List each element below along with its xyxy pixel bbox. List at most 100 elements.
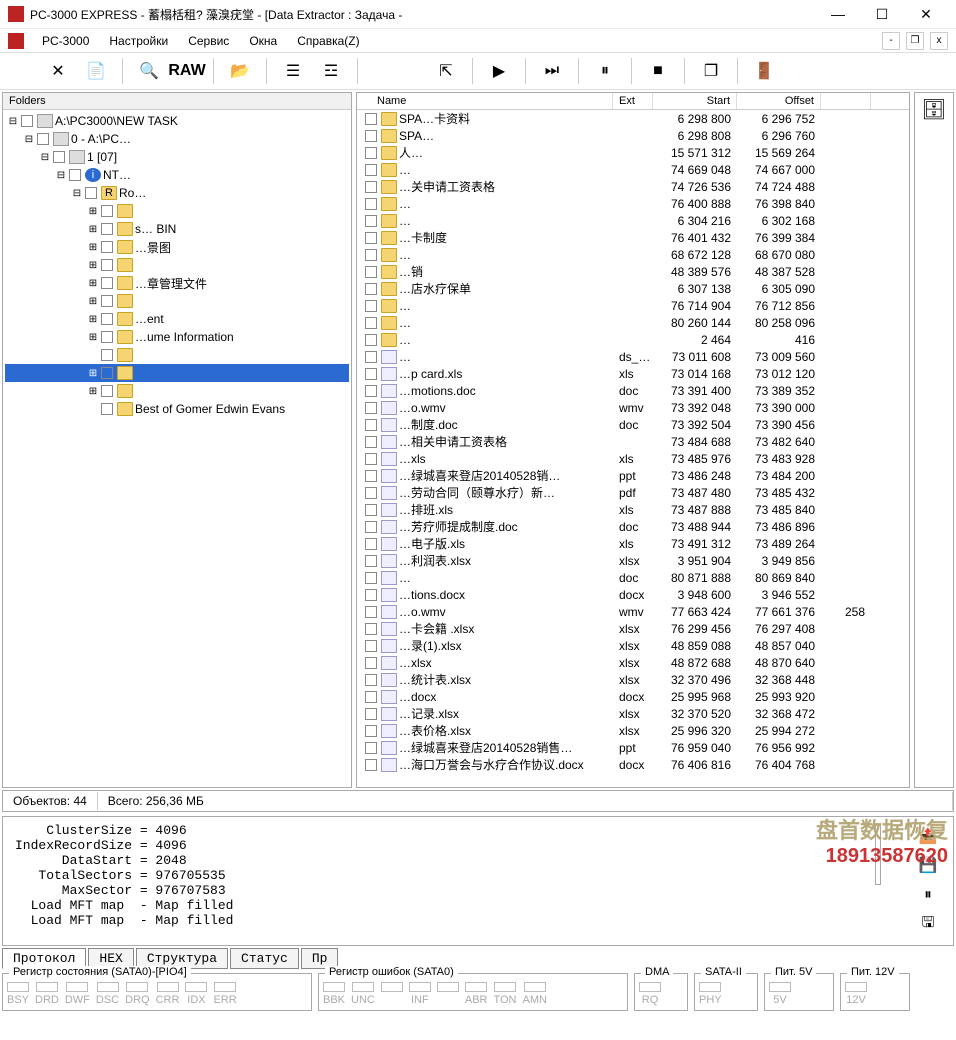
close-button[interactable]: ✕ [904,0,948,28]
tree-row[interactable] [5,346,349,364]
tree-row[interactable]: ⊞ …景图 [5,238,349,256]
tree-row[interactable]: ⊞ [5,202,349,220]
tree-row[interactable]: ⊞ …ume Information [5,328,349,346]
expand-icon[interactable]: ⊞ [87,206,99,217]
expand-icon[interactable]: ⊞ [87,278,99,289]
expand-icon[interactable]: ⊞ [87,386,99,397]
menu-service[interactable]: Сервис [180,32,237,50]
tree-row[interactable]: ⊟ 1 [07] [5,148,349,166]
tree-row[interactable]: ⊞ …ent [5,310,349,328]
checkbox[interactable] [365,674,377,686]
mdi-restore-button[interactable]: ❐ [906,32,924,50]
list-row[interactable]: …关申请工资表格74 726 53674 724 488 [357,178,909,195]
expand-icon[interactable]: ⊞ [87,368,99,379]
checkbox[interactable] [365,181,377,193]
checkbox[interactable] [365,351,377,363]
list-row[interactable]: 人…15 571 31215 569 264 [357,144,909,161]
menu-windows[interactable]: Окна [241,32,285,50]
checkbox[interactable] [101,259,113,271]
checkbox[interactable] [365,572,377,584]
play-icon[interactable]: ▶ [481,56,517,86]
checkbox[interactable] [101,367,113,379]
list-row[interactable]: …68 672 12868 670 080 [357,246,909,263]
expand-icon[interactable]: ⊟ [55,170,67,181]
list-row[interactable]: …录(1).xlsxxlsx48 859 08848 857 040 [357,637,909,654]
file-list[interactable]: SPA…卡资料6 298 8006 296 752 SPA…6 298 8086… [357,110,909,787]
checkbox[interactable] [53,151,65,163]
checkbox[interactable] [365,113,377,125]
checkbox[interactable] [365,742,377,754]
copy-icon[interactable]: ❐ [693,56,729,86]
mdi-close-button[interactable]: x [930,32,948,50]
tree-row[interactable]: ⊟ A:\PC3000\NEW TASK [5,112,349,130]
checkbox[interactable] [365,640,377,652]
menu-help[interactable]: Справка(Z) [289,32,367,50]
list-row[interactable]: …店水疗保单6 307 1386 305 090 [357,280,909,297]
list-row[interactable]: …表价格.xlsxxlsx25 996 32025 994 272 [357,722,909,739]
checkbox[interactable] [365,759,377,771]
checkbox[interactable] [365,487,377,499]
tree-row[interactable]: ⊟i NT… [5,166,349,184]
list-row[interactable]: …motions.docdoc73 391 40073 389 352 [357,382,909,399]
skip-icon[interactable]: ⏭ [534,56,570,86]
checkbox[interactable] [365,402,377,414]
checkbox[interactable] [101,403,113,415]
checkbox[interactable] [365,708,377,720]
checkbox[interactable] [365,232,377,244]
open-folder-icon[interactable]: 📂 [222,56,258,86]
log-disk-icon[interactable]: 🖫 [914,913,942,937]
checkbox[interactable] [365,419,377,431]
list-row[interactable]: …6 304 2166 302 168 [357,212,909,229]
list-row[interactable]: …海口万誉会与水疗合作协议.docxdocx76 406 81676 404 7… [357,756,909,773]
tree-row[interactable]: ⊟ 0 - A:\PC… [5,130,349,148]
list-row[interactable]: …劳动合同（颐尊水疗）新…pdf73 487 48073 485 432 [357,484,909,501]
list-row[interactable]: …o.wmvwmv77 663 42477 661 376258 [357,603,909,620]
checkbox[interactable] [101,313,113,325]
list-row[interactable]: …76 400 88876 398 840 [357,195,909,212]
expand-icon[interactable]: ⊟ [7,116,19,127]
checkbox[interactable] [37,133,49,145]
minimize-button[interactable]: — [816,0,860,28]
tree-row[interactable]: Best of Gomer Edwin Evans [5,400,349,418]
log-save-icon[interactable]: 💾 [914,854,942,875]
expand-icon[interactable]: ⊞ [87,260,99,271]
checkbox[interactable] [365,606,377,618]
checkbox[interactable] [365,385,377,397]
tree-icon[interactable]: ☰ [275,56,311,86]
menu-app[interactable]: PC-3000 [34,32,97,50]
list-row[interactable]: …记录.xlsxxlsx32 370 52032 368 472 [357,705,909,722]
expand-icon[interactable]: ⊟ [23,134,35,145]
expand-icon[interactable]: ⊞ [87,224,99,235]
list-row[interactable]: …xlsxls73 485 97673 483 928 [357,450,909,467]
list-row[interactable]: …2 464416 [357,331,909,348]
list-row[interactable]: …p card.xlsxls73 014 16873 012 120 [357,365,909,382]
col-ext[interactable]: Ext [613,93,653,109]
list-row[interactable]: …制度.docdoc73 392 50473 390 456 [357,416,909,433]
list-row[interactable]: …xlsxxlsx48 872 68848 870 640 [357,654,909,671]
col-offset[interactable]: Offset [737,93,821,109]
tab-status[interactable]: Статус [230,948,299,969]
checkbox[interactable] [101,385,113,397]
checkbox[interactable] [365,368,377,380]
expand-icon[interactable]: ⊟ [39,152,51,163]
export-icon[interactable]: ⇱ [428,56,464,86]
checkbox[interactable] [365,198,377,210]
tree2-icon[interactable]: ☲ [313,56,349,86]
checkbox[interactable] [365,130,377,142]
log-export-icon[interactable]: 📤 [914,825,942,846]
exit-icon[interactable]: 🚪 [746,56,782,86]
checkbox[interactable] [365,147,377,159]
menu-settings[interactable]: Настройки [101,32,176,50]
tools-icon[interactable]: ✕ [40,56,76,86]
list-row[interactable]: …卡会籍 .xlsxxlsx76 299 45676 297 408 [357,620,909,637]
list-row[interactable]: …o.wmvwmv73 392 04873 390 000 [357,399,909,416]
col-start[interactable]: Start [653,93,737,109]
checkbox[interactable] [101,241,113,253]
checkbox[interactable] [365,334,377,346]
checkbox[interactable] [69,169,81,181]
mdi-min-button[interactable]: - [882,32,900,50]
checkbox[interactable] [101,349,113,361]
checkbox[interactable] [365,283,377,295]
checkbox[interactable] [365,453,377,465]
checkbox[interactable] [365,470,377,482]
